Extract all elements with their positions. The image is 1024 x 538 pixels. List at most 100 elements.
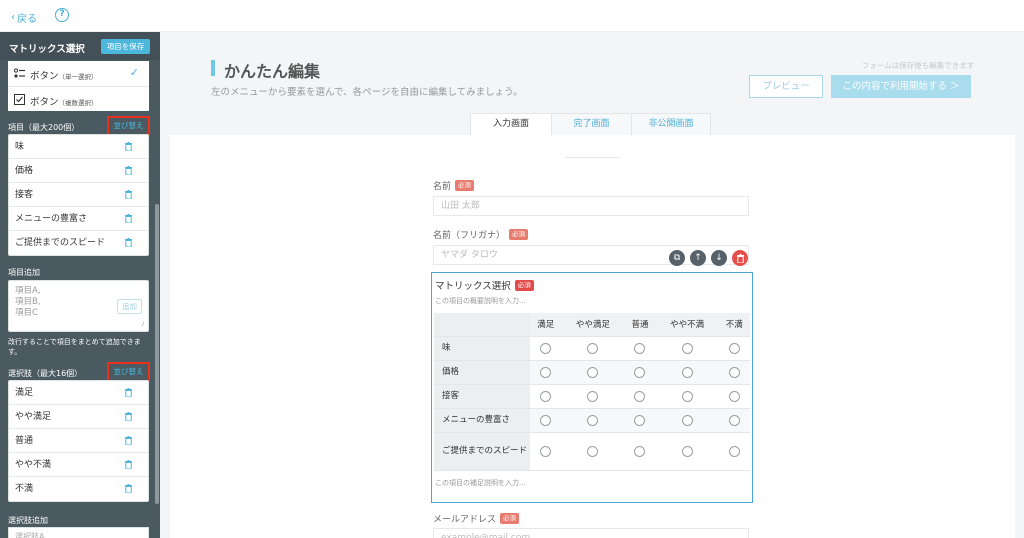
column-header: やや不満 [655,313,719,337]
back-link[interactable]: ‹ 戻る [11,10,37,25]
email-label: メールアドレス 必須 [433,512,520,525]
list-item[interactable]: 不満 [9,477,148,501]
radio-button[interactable] [681,445,693,457]
copy-icon[interactable]: ⧉ [669,250,685,266]
radio-button[interactable] [540,342,552,354]
email-input[interactable]: example@mail.com [433,528,749,538]
radio-button[interactable] [587,366,599,378]
top-bar: ‹ 戻る ? [0,0,1024,32]
trash-icon[interactable] [125,412,132,421]
list-item[interactable]: 味 [9,135,148,159]
title-accent [211,60,215,76]
add-items-textarea[interactable]: 項目A, 項目B, 項目C 追加 ∕ [8,280,149,332]
radio-button[interactable] [634,342,646,354]
required-badge: 必須 [500,513,520,524]
radio-button[interactable] [681,366,693,378]
required-badge: 必須 [455,180,475,191]
list-item[interactable]: 接客 [9,183,148,207]
items-sort-button[interactable]: 並び替え [107,116,150,136]
row-label: 価格 [434,360,530,385]
list-item[interactable]: ご提供までのスピード [9,231,148,255]
placeholder-line: 項目C [15,308,38,318]
list-item[interactable]: やや不満 [9,453,148,477]
radio-button[interactable] [587,414,599,426]
list-item[interactable]: 満足 [9,381,148,405]
column-header: 満足 [530,313,562,337]
matrix-row: メニューの豊富さ [434,408,750,433]
items-list: 味 価格 接客 メニューの豊富さ ご提供までのスピード [8,134,149,256]
choices-label: 選択肢（最大16個） [8,369,83,378]
choices-list: 満足 やや満足 普通 やや不満 不満 [8,380,149,502]
radio-button[interactable] [728,342,740,354]
radio-button[interactable] [634,414,646,426]
radio-button[interactable] [681,342,693,354]
column-header: 不満 [718,313,750,337]
tab-complete[interactable]: 完了画面 [551,113,632,135]
radio-button[interactable] [587,390,599,402]
radio-button[interactable] [587,445,599,457]
radio-list-icon [14,68,25,78]
type-radio-button[interactable]: ボタン（単一選択） ✓ [8,61,149,87]
back-label: 戻る [17,14,37,25]
trash-icon[interactable] [125,388,132,397]
required-badge: 必須 [514,279,534,291]
chevron-left-icon: ‹ [11,12,15,23]
matrix-footnote[interactable]: この項目の補足説明を入力... [435,478,526,488]
trash-icon[interactable] [125,238,132,247]
name-label: 名前 必須 [433,179,475,192]
radio-button[interactable] [681,390,693,402]
radio-button[interactable] [728,414,740,426]
matrix-question[interactable]: マトリックス選択 必須 この項目の概要説明を入力... 満足 やや満足 普通 や… [431,272,753,503]
choices-sort-button[interactable]: 並び替え [107,362,150,382]
save-note: フォームは保存後も編集できます [862,61,975,70]
add-choices-textarea[interactable]: 選択肢A [8,527,149,538]
matrix-description[interactable]: この項目の概要説明を入力... [435,296,526,306]
tab-private[interactable]: 非公開画面 [631,113,711,135]
start-using-button[interactable]: この内容で利用開始する ＞ [831,75,971,98]
arrow-up-icon[interactable]: ↑ [690,250,706,266]
radio-button[interactable] [634,390,646,402]
trash-icon[interactable] [125,142,132,151]
sidebar-scrollbar[interactable] [155,204,159,504]
radio-button[interactable] [728,445,740,457]
help-icon[interactable]: ? [55,8,69,22]
trash-icon[interactable] [125,484,132,493]
type-checkbox-button[interactable]: ボタン（複数選択） [8,87,149,111]
save-item-button[interactable]: 項目を保存 [101,39,150,54]
tab-input[interactable]: 入力画面 [470,113,552,135]
list-item[interactable]: やや満足 [9,405,148,429]
trash-icon[interactable] [125,166,132,175]
sidebar: マトリックス選択 項目を保存 ボタン（単一選択） ✓ ボタン（複数選択） 項目（… [0,32,160,538]
list-item[interactable]: メニューの豊富さ [9,207,148,231]
list-item[interactable]: 普通 [9,429,148,453]
trash-icon[interactable] [125,190,132,199]
trash-icon[interactable] [125,214,132,223]
radio-button[interactable] [634,445,646,457]
checkbox-icon [14,94,25,105]
trash-icon[interactable] [732,250,748,266]
row-label: ご提供までのスピード [434,432,530,471]
radio-button[interactable] [634,366,646,378]
add-items-button[interactable]: 追加 [117,299,142,314]
required-badge: 必須 [509,229,529,240]
radio-button[interactable] [728,390,740,402]
radio-button[interactable] [681,414,693,426]
row-label: 接客 [434,384,530,409]
resize-grip-icon[interactable]: ∕ [142,321,144,328]
trash-icon[interactable] [125,460,132,469]
column-header: 普通 [624,313,656,337]
add-items-label: 項目追加 [8,268,40,277]
trash-icon[interactable] [125,436,132,445]
arrow-down-icon[interactable]: ↓ [711,250,727,266]
radio-button[interactable] [540,414,552,426]
preview-button[interactable]: プレビュー [749,75,823,98]
radio-button[interactable] [540,390,552,402]
list-item[interactable]: 価格 [9,159,148,183]
radio-button[interactable] [587,342,599,354]
column-header: やや満足 [561,313,625,337]
radio-button[interactable] [540,445,552,457]
radio-button[interactable] [540,366,552,378]
name-input[interactable]: 山田 太郎 [433,196,749,216]
radio-button[interactable] [728,366,740,378]
matrix-row: ご提供までのスピード [434,432,750,471]
